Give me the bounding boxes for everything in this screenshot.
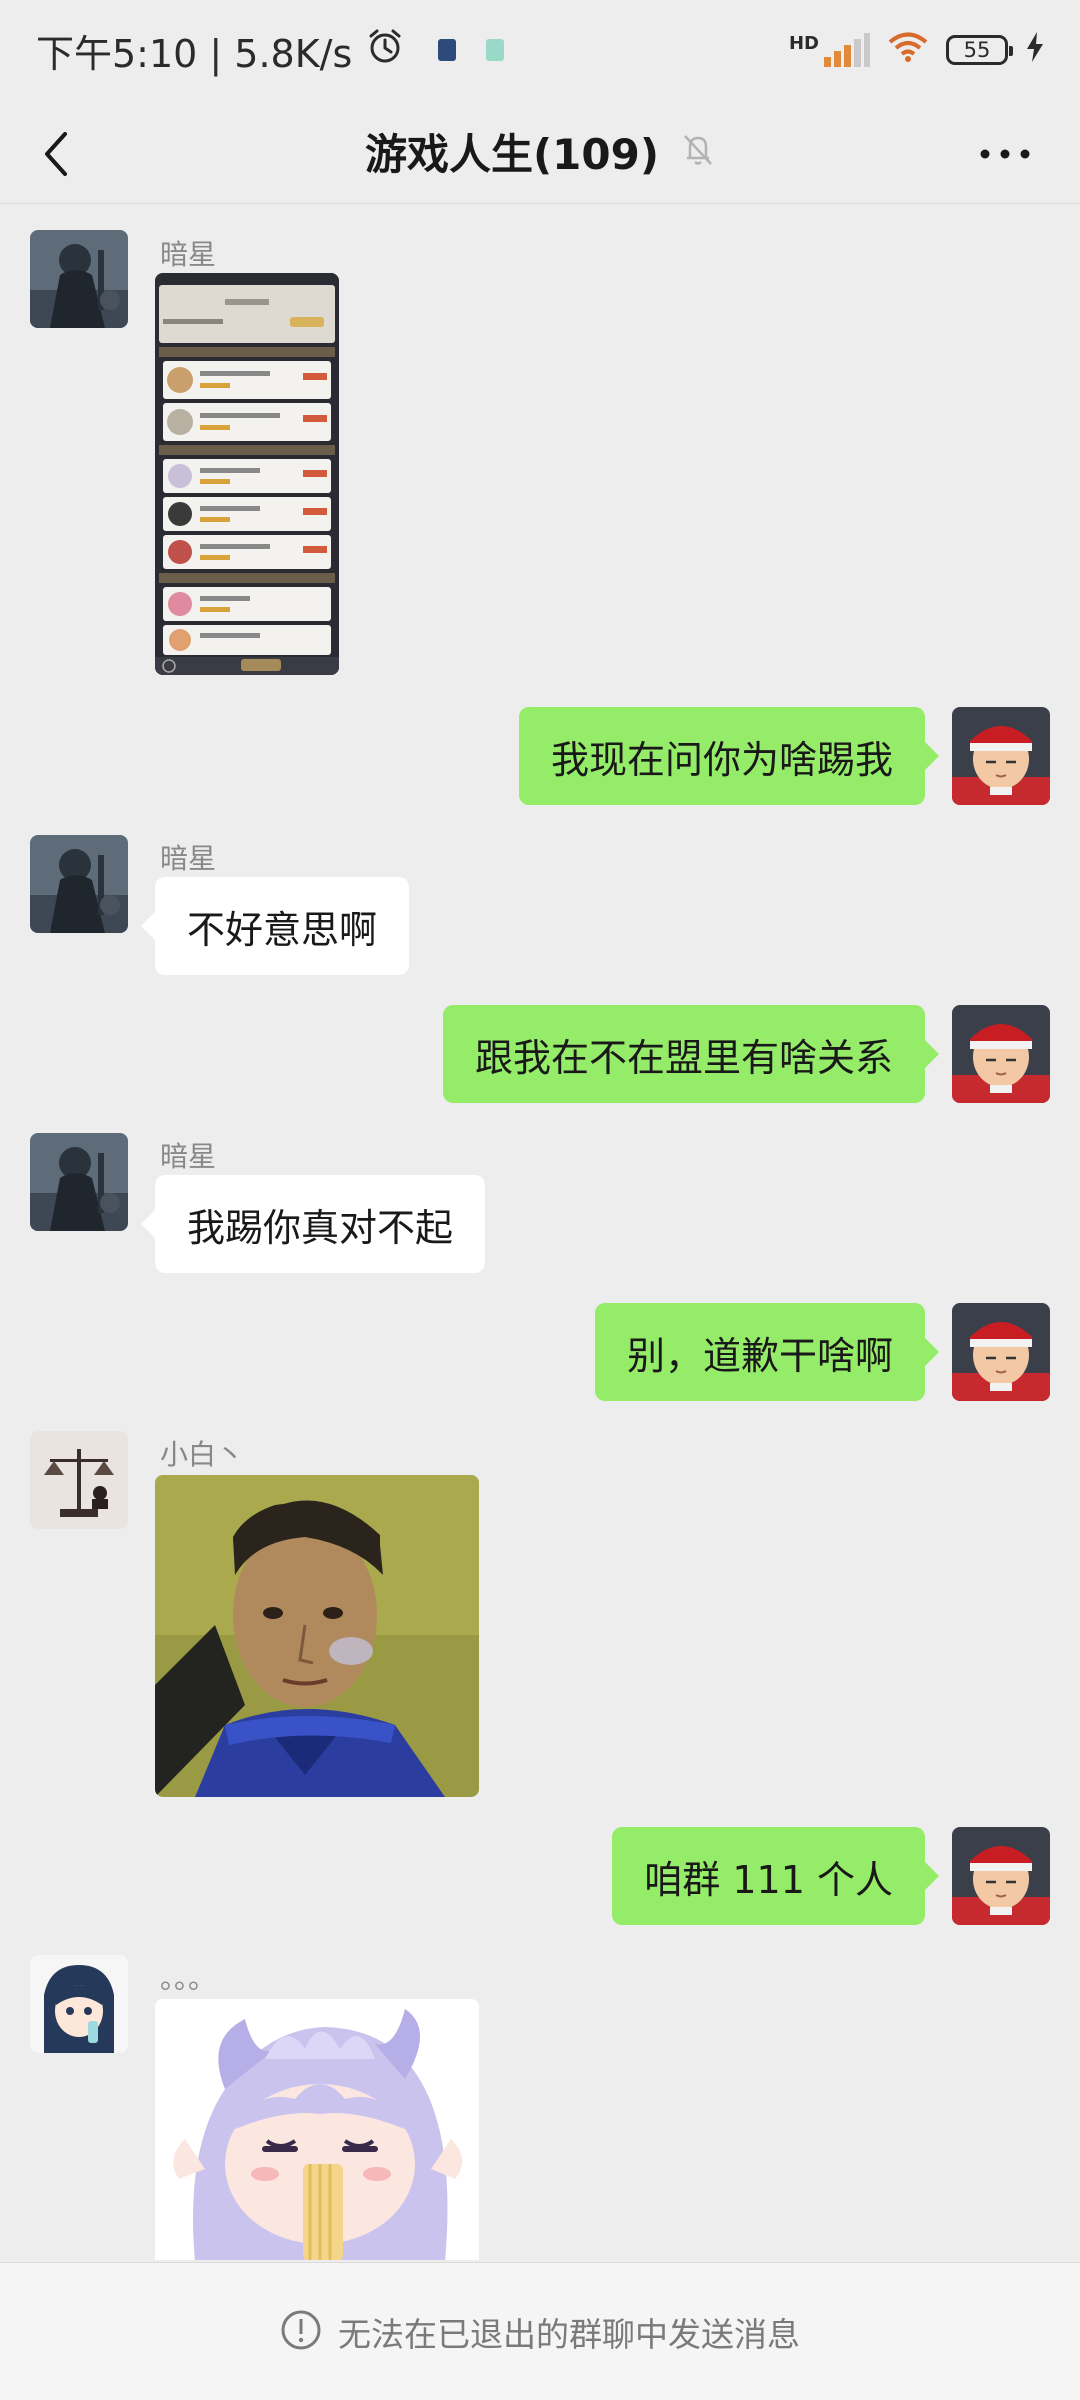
sender-name: 暗星 [160, 1140, 217, 1173]
status-bar: 下午5:10 | 5.8K/s HD 55 [0, 0, 1080, 100]
avatar[interactable] [30, 835, 128, 933]
charging-icon [1026, 31, 1044, 69]
mute-bell-icon [681, 132, 715, 172]
avatar[interactable] [30, 230, 128, 328]
notification-app-icon [438, 39, 457, 61]
alarm-icon [366, 27, 404, 74]
more-icon [980, 149, 1030, 159]
image-message[interactable] [155, 273, 339, 675]
battery-icon: 55 [946, 35, 1013, 65]
input-disabled-bar: 无法在已退出的群聊中发送消息 [0, 2262, 1080, 2400]
avatar[interactable] [952, 1827, 1050, 1925]
message-bubble-outgoing[interactable]: 咱群 111 个人 [612, 1827, 939, 1925]
info-icon [280, 2309, 322, 2355]
message-list[interactable]: 暗星 我现在问你为啥踢我 暗星 不好意思啊 跟我在不在盟里有啥关系 暗星 我踢你… [0, 205, 1080, 2260]
exited-group-notice: 无法在已退出的群聊中发送消息 [338, 2314, 800, 2354]
sender-name: 小白丶 [160, 1438, 245, 1471]
status-time-speed: 下午5:10 | 5.8K/s [36, 31, 353, 76]
chat-header: 游戏人生(109) [0, 100, 1080, 204]
avatar[interactable] [952, 1303, 1050, 1401]
sender-name: 暗星 [160, 238, 217, 271]
sender-name: 。。。 [160, 1962, 217, 1995]
message-bubble-incoming[interactable]: 不好意思啊 [140, 877, 410, 975]
message-bubble-outgoing[interactable]: 跟我在不在盟里有啥关系 [442, 1005, 940, 1103]
avatar[interactable] [30, 1431, 128, 1529]
back-button[interactable] [26, 124, 86, 184]
message-bubble-outgoing[interactable]: 我现在问你为啥踢我 [518, 707, 940, 805]
sender-name: 暗星 [160, 842, 217, 875]
chat-title: 游戏人生(109) [364, 130, 660, 179]
message-bubble-outgoing[interactable]: 别，道歉干啥啊 [594, 1303, 940, 1401]
back-arrow-icon [45, 132, 67, 176]
avatar[interactable] [30, 1133, 128, 1231]
sticker-message[interactable] [155, 1999, 479, 2260]
wifi-icon [888, 31, 928, 70]
more-button[interactable] [970, 124, 1040, 184]
message-bubble-incoming[interactable]: 我踢你真对不起 [140, 1175, 486, 1273]
avatar[interactable] [952, 1005, 1050, 1103]
image-message[interactable] [155, 1475, 479, 1797]
avatar[interactable] [30, 1955, 128, 2053]
notification-app-icon [486, 39, 505, 61]
avatar[interactable] [952, 707, 1050, 805]
signal-icon: HD [789, 33, 870, 67]
